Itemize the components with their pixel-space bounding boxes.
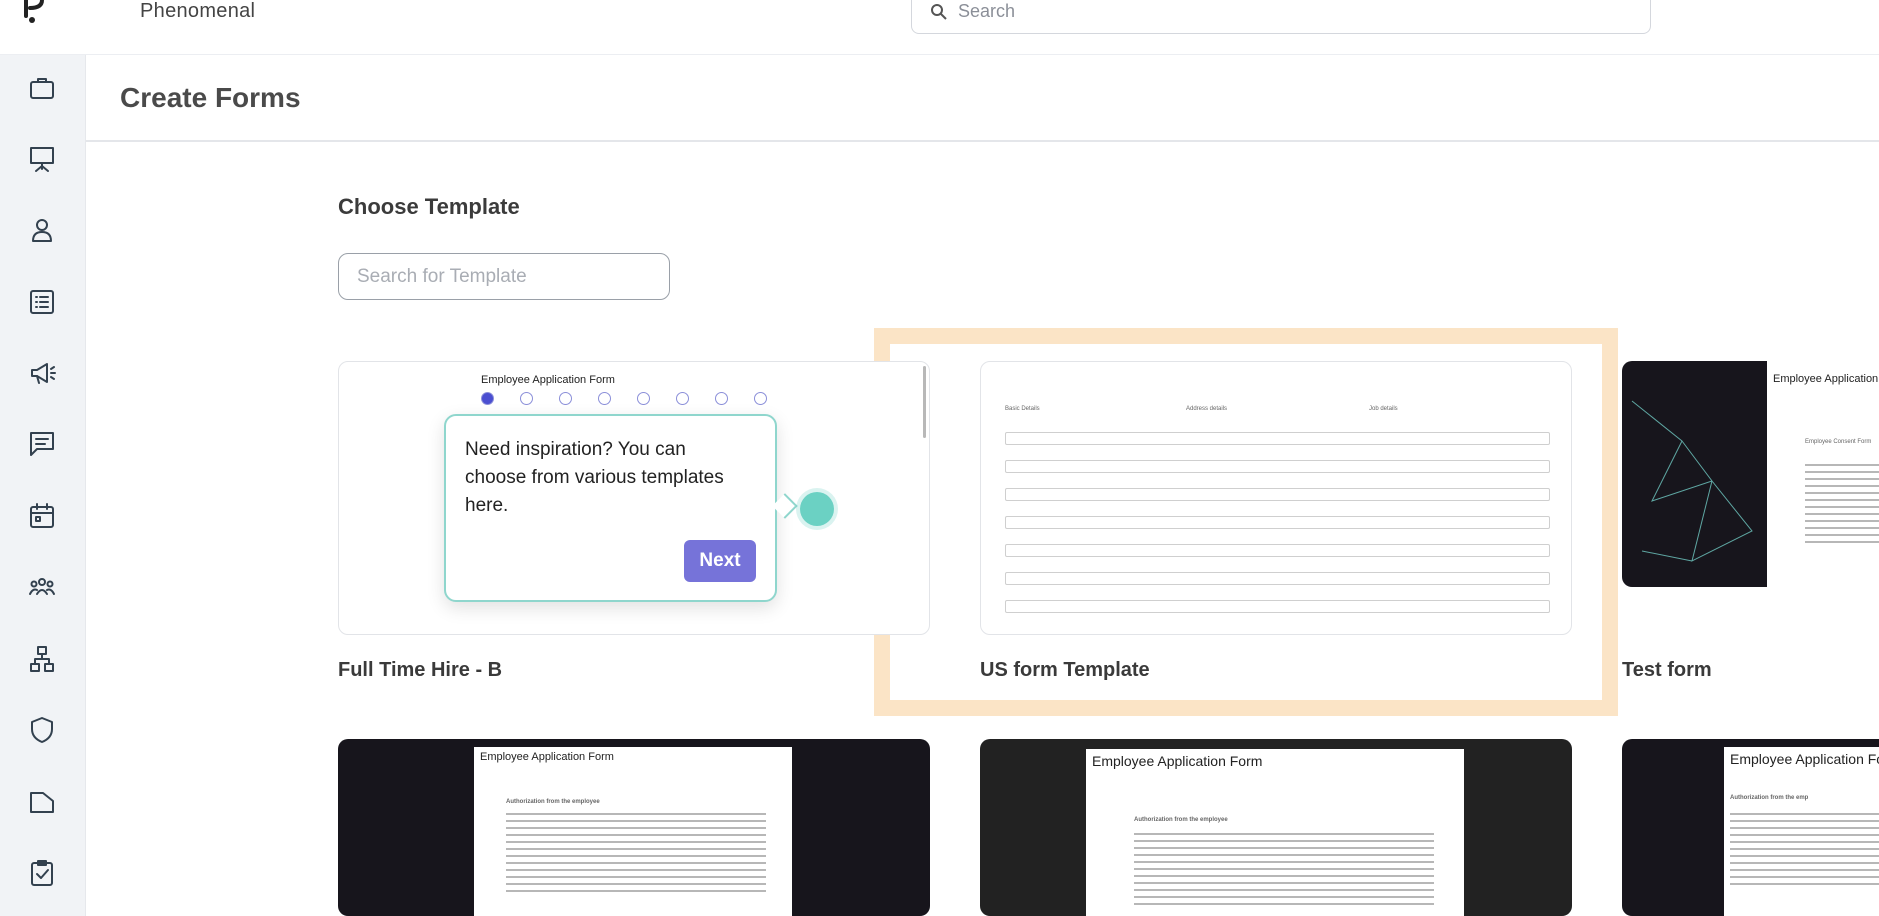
app-logo-icon[interactable] <box>18 0 50 26</box>
card-preview-step: Address details <box>1186 406 1228 412</box>
card-preview-page: Employee Application Form Authorization … <box>474 747 792 916</box>
card-preview-subtitle: Authorization from the emp <box>1730 795 1809 801</box>
tour-beacon[interactable] <box>800 492 834 526</box>
card-preview-stepper <box>481 392 767 405</box>
template-card-label: US form Template <box>980 659 1150 681</box>
card-preview-subtitle: Employee Consent Form <box>1805 439 1872 445</box>
sidebar-item-tasks[interactable] <box>25 856 59 890</box>
sidebar-item-messages[interactable] <box>25 427 59 461</box>
template-search-field[interactable] <box>338 253 670 300</box>
calendar-icon <box>30 503 54 528</box>
network-graphic-icon <box>1631 400 1753 562</box>
sidebar-item-calendar[interactable] <box>25 499 59 533</box>
card-preview-title: Employee Application Fo <box>1730 751 1879 767</box>
briefcase-icon <box>30 78 54 99</box>
team-icon <box>29 578 55 595</box>
template-search-input[interactable] <box>339 254 669 299</box>
sidebar-item-profile[interactable] <box>25 213 59 247</box>
sidebar-item-teams[interactable] <box>25 570 59 604</box>
search-icon <box>931 4 947 20</box>
template-card-us-form[interactable]: Basic Details Address details Job detail… <box>980 361 1572 635</box>
top-bar: Phenomenal Search <box>0 0 1879 55</box>
sidebar-item-lists[interactable] <box>25 285 59 319</box>
brand-name: Phenomenal <box>140 0 256 22</box>
sidebar-item-announcements[interactable] <box>25 356 59 390</box>
card-preview-page: Employee Application Employee Consent Fo… <box>1767 369 1879 587</box>
card-preview-step: Job details <box>1369 406 1398 412</box>
shield-icon <box>31 717 53 743</box>
template-card[interactable]: Employee Application Form Authorization … <box>980 739 1572 916</box>
sidebar-item-org-chart[interactable] <box>25 642 59 676</box>
card-preview-subtitle: Authorization from the employee <box>1134 817 1228 823</box>
card-preview-title: Employee Application Form <box>480 751 614 763</box>
clipboard-check-icon <box>31 860 53 886</box>
card-preview-title: Employee Application <box>1773 373 1879 385</box>
template-card-label: Full Time Hire - B <box>338 659 503 681</box>
card-preview-background <box>1622 361 1767 587</box>
section-heading: Choose Template <box>338 194 520 219</box>
next-button[interactable]: Next <box>684 540 756 582</box>
tour-tooltip: Need inspiration? You can choose from va… <box>444 414 777 602</box>
search-placeholder: Search <box>958 1 1016 21</box>
card-preview-subtitle: Authorization from the employee <box>506 799 600 805</box>
chat-icon <box>30 432 54 456</box>
card-preview-page: Employee Application Form Authorization … <box>1086 749 1464 916</box>
folder-icon <box>30 792 54 813</box>
sidebar-item-security[interactable] <box>25 713 59 747</box>
template-card-test-form[interactable]: Employee Application Employee Consent Fo… <box>1622 361 1879 587</box>
sidebar-item-documents[interactable] <box>25 785 59 819</box>
sidebar <box>0 55 86 916</box>
megaphone-icon <box>31 363 56 384</box>
card-preview-step: Basic Details <box>1005 406 1040 412</box>
person-icon <box>32 219 52 242</box>
template-card[interactable]: Employee Application Form Authorization … <box>338 739 930 916</box>
page-header: Create Forms <box>86 55 1879 142</box>
card-preview-title: Employee Application Form <box>1092 753 1263 769</box>
sidebar-item-jobs[interactable] <box>25 71 59 105</box>
page-title: Create Forms <box>120 82 301 113</box>
card-preview-title: Employee Application Form <box>481 374 615 386</box>
list-icon <box>30 290 54 314</box>
global-search[interactable]: Search <box>911 0 1651 34</box>
tour-message: Need inspiration? You can choose from va… <box>465 439 724 516</box>
sidebar-item-presentations[interactable] <box>25 142 59 176</box>
template-card[interactable]: Employee Application Fo Authorization fr… <box>1622 739 1879 916</box>
card-preview-page: Employee Application Fo Authorization fr… <box>1724 747 1879 916</box>
template-card-label: Test form <box>1622 659 1712 681</box>
card-scrollbar[interactable] <box>923 366 926 438</box>
presentation-icon <box>30 147 54 172</box>
org-chart-icon <box>30 646 54 672</box>
